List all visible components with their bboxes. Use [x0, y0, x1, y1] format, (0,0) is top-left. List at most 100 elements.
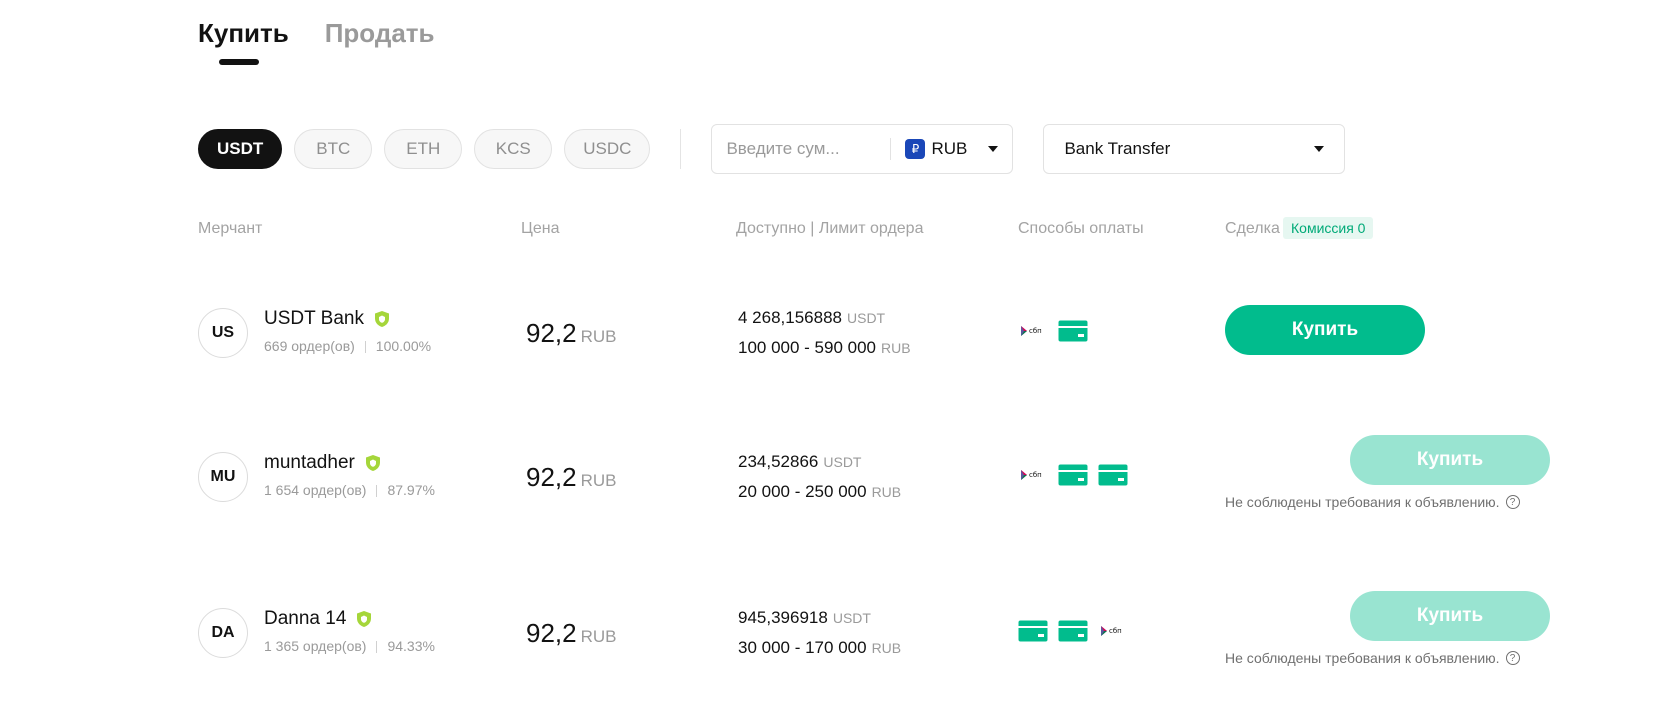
- limit-unit: RUB: [871, 640, 902, 656]
- sbp-icon: сбп: [1098, 620, 1128, 642]
- requirements-warning: Не соблюдены требования к объявлению.?: [1225, 650, 1520, 666]
- bank-card-icon: [1018, 620, 1048, 642]
- price-value: 92,2: [526, 618, 577, 648]
- verified-shield-icon: [374, 310, 390, 328]
- merchant-name-text: Danna 14: [264, 608, 347, 629]
- chevron-down-icon[interactable]: [1314, 146, 1325, 152]
- amount-input[interactable]: [726, 139, 887, 159]
- filters-bar: USDT BTC ETH KCS USDC ₽ RUB Bank Transfe…: [198, 124, 1346, 174]
- question-icon[interactable]: ?: [1505, 651, 1520, 665]
- payment-method-value: Bank Transfer: [1064, 139, 1171, 158]
- limit-unit: RUB: [881, 340, 911, 356]
- available-value: 234,52866: [738, 452, 819, 471]
- available-amount: 4 268,156888 USDT: [738, 308, 885, 328]
- payment-methods: сбп: [1018, 320, 1088, 342]
- svg-text:сбп: сбп: [1109, 627, 1122, 635]
- svg-text:сбп: сбп: [1029, 471, 1042, 479]
- merchant-name-text: muntadher: [264, 452, 355, 473]
- header-available: Доступно | Лимит ордера: [736, 220, 924, 237]
- price-currency: RUB: [580, 471, 617, 490]
- trade-side-tabs: Купить Продать: [198, 18, 435, 69]
- merchant-name[interactable]: USDT Bank: [264, 308, 390, 330]
- available-value: 4 268,156888: [738, 308, 842, 327]
- payment-method-select[interactable]: Bank Transfer: [1043, 124, 1346, 174]
- warning-text: Не соблюдены требования к объявлению.: [1225, 494, 1500, 510]
- tab-buy[interactable]: Купить: [198, 18, 289, 69]
- sbp-icon: сбп: [1018, 464, 1048, 486]
- header-deal: Сделка: [1225, 220, 1280, 237]
- stats-divider: [364, 341, 366, 354]
- price: 92,2 RUB: [526, 462, 617, 493]
- price-value: 92,2: [526, 462, 577, 492]
- limit-value: 20 000 - 250 000: [738, 482, 867, 501]
- buy-button[interactable]: Купить: [1350, 435, 1550, 485]
- price-currency: RUB: [580, 627, 617, 646]
- bank-card-icon: [1058, 620, 1088, 642]
- table-row: MU muntadher 1 654 ордер(ов) 87.97% 92,2 R…: [0, 418, 1680, 528]
- tab-sell[interactable]: Продать: [325, 18, 435, 69]
- available-unit: USDT: [823, 454, 862, 470]
- filter-divider: [680, 129, 682, 169]
- limit-unit: RUB: [871, 484, 902, 500]
- requirements-warning: Не соблюдены требования к объявлению.?: [1225, 494, 1520, 510]
- coin-usdt[interactable]: USDT: [198, 129, 283, 169]
- buy-button[interactable]: Купить: [1225, 305, 1425, 355]
- avatar: DA: [198, 608, 248, 658]
- header-methods: Способы оплаты: [1018, 220, 1144, 237]
- fee-badge: Комиссия 0: [1283, 217, 1374, 239]
- price-value: 92,2: [526, 318, 577, 348]
- warning-text: Не соблюдены требования к объявлению.: [1225, 650, 1500, 666]
- bank-card-icon: [1058, 464, 1088, 486]
- bank-card-icon: [1098, 464, 1128, 486]
- completion-rate: 94.33%: [387, 638, 435, 654]
- order-limit: 30 000 - 170 000 RUB: [738, 638, 901, 658]
- svg-text:сбп: сбп: [1029, 327, 1042, 335]
- order-count: 669 ордер(ов): [264, 338, 355, 354]
- table-row: DA Danna 14 1 365 ордер(ов) 94.33% 92,2 RU…: [0, 562, 1680, 672]
- order-limit: 20 000 - 250 000 RUB: [738, 482, 901, 502]
- payment-methods: сбп: [1018, 620, 1128, 642]
- bank-card-icon: [1058, 320, 1088, 342]
- coin-usdc[interactable]: USDC: [564, 129, 651, 169]
- completion-rate: 100.00%: [375, 338, 432, 354]
- amount-filter: ₽ RUB: [711, 124, 1014, 174]
- payment-methods: сбп: [1018, 464, 1128, 486]
- chevron-down-icon[interactable]: [988, 146, 999, 152]
- table-row: US USDT Bank 669 ордер(ов) 100.00% 92,2 RU…: [0, 270, 1680, 380]
- order-limit: 100 000 - 590 000 RUB: [738, 338, 911, 358]
- order-count: 1 654 ордер(ов): [264, 482, 367, 498]
- header-price: Цена: [521, 220, 560, 237]
- merchant-name-text: USDT Bank: [264, 308, 364, 329]
- available-amount: 945,396918 USDT: [738, 608, 871, 628]
- merchant-stats: 669 ордер(ов) 100.00%: [264, 338, 431, 354]
- amount-separator: [890, 138, 892, 160]
- stats-divider: [376, 485, 378, 498]
- completion-rate: 87.97%: [387, 482, 435, 498]
- limit-value: 100 000 - 590 000: [738, 338, 877, 357]
- currency-select-value[interactable]: RUB: [931, 139, 967, 159]
- limit-value: 30 000 - 170 000: [738, 638, 867, 657]
- ruble-icon: ₽: [905, 139, 926, 159]
- coin-btc[interactable]: BTC: [294, 129, 373, 169]
- stats-divider: [376, 641, 378, 654]
- price: 92,2 RUB: [526, 618, 617, 649]
- merchant-name[interactable]: muntadher: [264, 452, 381, 474]
- verified-shield-icon: [365, 454, 381, 472]
- buy-button[interactable]: Купить: [1350, 591, 1550, 641]
- header-merchant: Мерчант: [198, 220, 263, 237]
- available-unit: USDT: [832, 610, 871, 626]
- price-currency: RUB: [580, 327, 617, 346]
- verified-shield-icon: [356, 610, 372, 628]
- available-value: 945,396918: [738, 608, 828, 627]
- sbp-icon: сбп: [1018, 320, 1048, 342]
- available-amount: 234,52866 USDT: [738, 452, 862, 472]
- order-count: 1 365 ордер(ов): [264, 638, 367, 654]
- available-unit: USDT: [847, 310, 886, 326]
- coin-kcs[interactable]: KCS: [474, 129, 553, 169]
- merchant-stats: 1 654 ордер(ов) 87.97%: [264, 482, 435, 498]
- question-icon[interactable]: ?: [1505, 495, 1520, 509]
- merchant-stats: 1 365 ордер(ов) 94.33%: [264, 638, 435, 654]
- merchant-name[interactable]: Danna 14: [264, 608, 372, 630]
- avatar: MU: [198, 452, 248, 502]
- coin-eth[interactable]: ETH: [384, 129, 463, 169]
